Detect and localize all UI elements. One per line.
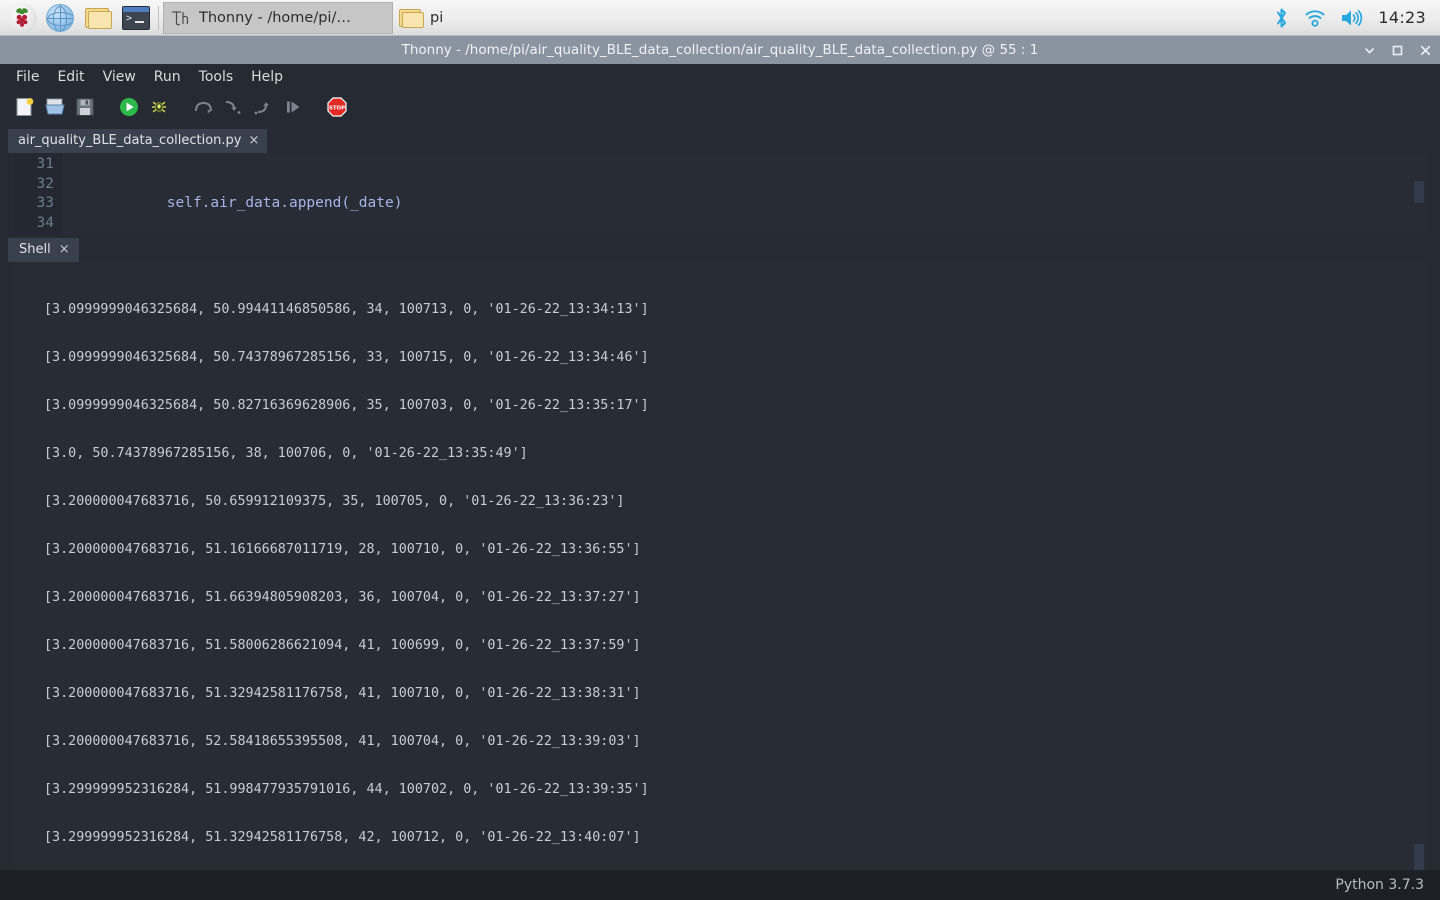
step-out-button[interactable] bbox=[248, 94, 278, 124]
raspberry-menu-icon bbox=[7, 3, 37, 33]
shell-line: [3.0, 50.74378967285156, 38, 100706, 0, … bbox=[44, 446, 1426, 462]
shell-scrollbar[interactable] bbox=[1412, 262, 1426, 874]
python-version-label: Python 3.7.3 bbox=[1335, 877, 1424, 893]
editor-text-area[interactable]: 31 32 33 34 self.air_data.append(_date) … bbox=[14, 153, 1426, 235]
menu-run[interactable]: Run bbox=[146, 66, 189, 88]
shell-panel[interactable]: [3.0999999046325684, 50.99441146850586, … bbox=[14, 262, 1426, 874]
close-icon[interactable]: × bbox=[249, 133, 260, 148]
maximize-icon[interactable] bbox=[1390, 43, 1404, 57]
taskbar-window-pi-label: pi bbox=[430, 10, 443, 26]
terminal-button[interactable]: > bbox=[118, 2, 154, 34]
toolbar: STOP bbox=[0, 90, 1440, 128]
menu-tools[interactable]: Tools bbox=[191, 66, 242, 88]
taskbar-clock[interactable]: 14:23 bbox=[1378, 8, 1426, 27]
step-over-button[interactable] bbox=[188, 94, 218, 124]
shell-tab[interactable]: Shell × bbox=[8, 238, 79, 262]
window-controls bbox=[1362, 36, 1432, 64]
editor-tabstrip: air_quality_BLE_data_collection.py × bbox=[0, 128, 1440, 153]
save-file-button[interactable] bbox=[70, 94, 100, 124]
line-number: 31 bbox=[14, 155, 54, 175]
shell-tabstrip: Shell × bbox=[0, 236, 1440, 262]
stop-button[interactable]: STOP bbox=[322, 94, 352, 124]
open-folder-icon bbox=[44, 96, 66, 122]
close-icon[interactable]: × bbox=[59, 242, 70, 257]
shell-tab-label: Shell bbox=[19, 242, 51, 257]
file-manager-button[interactable] bbox=[80, 2, 116, 34]
shell-line: [3.299999952316284, 51.998477935791016, … bbox=[44, 782, 1426, 798]
menu-edit[interactable]: Edit bbox=[49, 66, 92, 88]
menu-help[interactable]: Help bbox=[243, 66, 291, 88]
shell-line: [3.0999999046325684, 50.99441146850586, … bbox=[44, 302, 1426, 318]
editor-code[interactable]: self.air_data.append(_date) # Print the … bbox=[62, 153, 1426, 235]
step-into-icon bbox=[222, 97, 244, 121]
editor-scrollbar[interactable] bbox=[1412, 153, 1426, 235]
shell-line: [3.299999952316284, 51.32942581176758, 4… bbox=[44, 830, 1426, 846]
minimize-icon[interactable] bbox=[1362, 43, 1376, 57]
web-browser-icon bbox=[46, 4, 74, 32]
code-line: self.air_data.append(_date) bbox=[62, 194, 1426, 214]
raspberry-menu-button[interactable] bbox=[4, 2, 40, 34]
desktop-taskbar: > Thonny - /home/pi/… bbox=[0, 0, 1440, 36]
resume-icon bbox=[283, 97, 303, 121]
shell-line: [3.200000047683716, 51.32942581176758, 4… bbox=[44, 686, 1426, 702]
shell-line: [3.0999999046325684, 50.74378967285156, … bbox=[44, 350, 1426, 366]
terminal-icon: > bbox=[122, 6, 150, 30]
debug-button[interactable] bbox=[144, 94, 174, 124]
step-out-icon bbox=[252, 97, 274, 121]
shell-line: [3.200000047683716, 51.66394805908203, 3… bbox=[44, 590, 1426, 606]
thonny-logo-icon bbox=[170, 8, 192, 28]
window-title: Thonny - /home/pi/air_quality_BLE_data_c… bbox=[402, 42, 1039, 58]
raspberry-glyph-icon bbox=[11, 7, 33, 29]
new-file-icon bbox=[14, 96, 36, 122]
folder-icon bbox=[399, 8, 423, 28]
taskbar-launchers: > bbox=[0, 0, 154, 36]
taskbar-separator bbox=[158, 6, 159, 30]
wifi-icon[interactable] bbox=[1304, 8, 1326, 28]
svg-text:STOP: STOP bbox=[329, 106, 345, 112]
statusbar: Python 3.7.3 bbox=[0, 870, 1440, 900]
volume-icon[interactable] bbox=[1340, 8, 1364, 28]
shell-line: [3.200000047683716, 51.16166687011719, 2… bbox=[44, 542, 1426, 558]
shell-output[interactable]: [3.0999999046325684, 50.99441146850586, … bbox=[14, 262, 1426, 874]
play-icon bbox=[119, 97, 139, 121]
taskbar-window-thonny-label: Thonny - /home/pi/… bbox=[199, 10, 351, 26]
editor-scrollbar-thumb[interactable] bbox=[1414, 181, 1424, 203]
step-over-icon bbox=[192, 97, 214, 121]
shell-line: [3.0999999046325684, 50.82716369628906, … bbox=[44, 398, 1426, 414]
taskbar-window-thonny[interactable]: Thonny - /home/pi/… bbox=[163, 2, 393, 34]
bluetooth-icon[interactable] bbox=[1273, 7, 1290, 29]
shell-scrollbar-thumb[interactable] bbox=[1414, 844, 1424, 872]
line-number: 32 bbox=[14, 175, 54, 195]
shell-line: [3.200000047683716, 50.659912109375, 35,… bbox=[44, 494, 1426, 510]
web-browser-button[interactable] bbox=[42, 2, 78, 34]
menu-view[interactable]: View bbox=[95, 66, 144, 88]
window-titlebar[interactable]: Thonny - /home/pi/air_quality_BLE_data_c… bbox=[0, 36, 1440, 64]
editor-pane: air_quality_BLE_data_collection.py × 31 … bbox=[0, 128, 1440, 236]
file-manager-icon bbox=[85, 7, 111, 28]
menubar: File Edit View Run Tools Help bbox=[0, 64, 1440, 90]
taskbar-window-list: Thonny - /home/pi/… pi bbox=[163, 0, 559, 36]
line-number: 33 bbox=[14, 194, 54, 214]
save-disk-icon bbox=[74, 96, 96, 122]
new-file-button[interactable] bbox=[10, 94, 40, 124]
stop-sign-icon: STOP bbox=[326, 96, 348, 122]
editor-line-numbers: 31 32 33 34 bbox=[14, 153, 62, 235]
menu-file[interactable]: File bbox=[8, 66, 47, 88]
open-file-button[interactable] bbox=[40, 94, 70, 124]
step-into-button[interactable] bbox=[218, 94, 248, 124]
taskbar-window-pi[interactable]: pi bbox=[393, 2, 559, 34]
shell-line: [3.200000047683716, 51.58006286621094, 4… bbox=[44, 638, 1426, 654]
run-button[interactable] bbox=[114, 94, 144, 124]
close-icon[interactable] bbox=[1418, 43, 1432, 57]
thonny-application-window: Thonny - /home/pi/air_quality_BLE_data_c… bbox=[0, 36, 1440, 900]
bug-icon bbox=[149, 97, 169, 121]
editor-tab-label: air_quality_BLE_data_collection.py bbox=[18, 133, 242, 148]
resume-button[interactable] bbox=[278, 94, 308, 124]
line-number: 34 bbox=[14, 214, 54, 234]
editor-tab-air-quality[interactable]: air_quality_BLE_data_collection.py × bbox=[8, 129, 267, 153]
shell-line: [3.200000047683716, 52.58418655395508, 4… bbox=[44, 734, 1426, 750]
system-tray: 14:23 bbox=[1273, 0, 1440, 36]
